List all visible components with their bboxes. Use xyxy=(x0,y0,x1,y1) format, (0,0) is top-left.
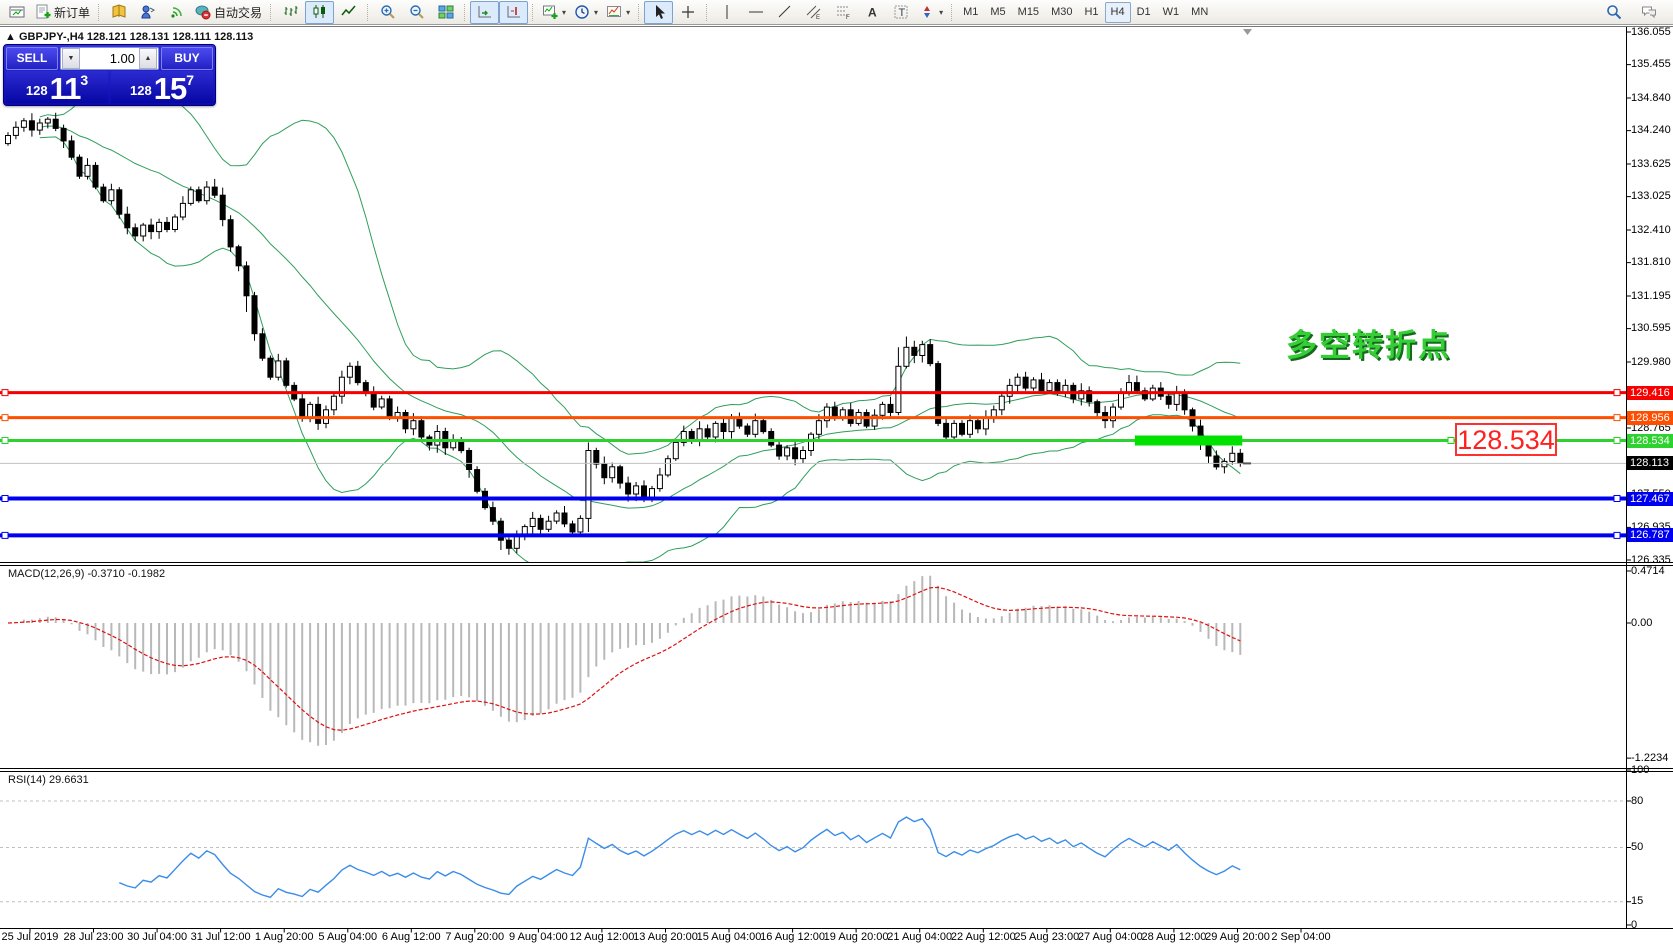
time-axis-label: 2 Sep 04:00 xyxy=(1256,931,1346,943)
ask-prefix: 128 xyxy=(130,83,152,98)
volume-input[interactable]: 1.00 xyxy=(81,51,138,66)
line-handle-marker[interactable] xyxy=(1448,438,1454,444)
line-handle-marker[interactable] xyxy=(2,415,8,421)
line-handle-marker[interactable] xyxy=(1614,415,1620,421)
line-handle-marker[interactable] xyxy=(1614,438,1620,444)
one-click-trading-panel: SELL ▼ 1.00 ▲ BUY 128 11 3 128 15 7 xyxy=(3,44,216,106)
rsi-axis-label: 15 xyxy=(1631,895,1673,908)
current-price-tag: 128.113 xyxy=(1627,456,1673,470)
macd-indicator-label: MACD(12,26,9) -0.3710 -0.1982 xyxy=(8,568,165,580)
rsi-axis-label: 50 xyxy=(1631,841,1673,854)
rsi-axis-label: 80 xyxy=(1631,795,1673,808)
price-axis-label: 130.595 xyxy=(1631,322,1673,335)
line-handle-marker[interactable] xyxy=(2,532,8,538)
chart-canvas[interactable] xyxy=(0,0,1673,946)
price-axis-label: 134.240 xyxy=(1631,124,1673,137)
price-axis-label: 131.195 xyxy=(1631,290,1673,303)
macd-axis-label: 0.00 xyxy=(1631,617,1673,630)
price-axis-label: 131.810 xyxy=(1631,256,1673,269)
line-handle-marker[interactable] xyxy=(2,496,8,502)
volume-increase-button[interactable]: ▲ xyxy=(139,48,157,69)
line-handle-marker[interactable] xyxy=(2,390,8,396)
bid-prefix: 128 xyxy=(26,83,48,98)
symbol-title: GBPJPY-,H4 xyxy=(19,31,84,43)
line-handle-marker[interactable] xyxy=(2,438,8,444)
volume-decrease-button[interactable]: ▼ xyxy=(62,48,80,69)
price-level-box[interactable]: 128.534 xyxy=(1455,423,1557,456)
mt4-terminal: 新订单自动交易▾▾▾EFAT▾M1M5M15M30H1H4D1W1MN ▲ GB… xyxy=(0,0,1673,946)
price-axis-label: 135.455 xyxy=(1631,58,1673,71)
ask-big-digits: 15 xyxy=(154,75,186,102)
buy-button[interactable]: BUY xyxy=(161,47,213,70)
ask-price-button[interactable]: 128 15 7 xyxy=(111,71,213,103)
bid-big-digits: 11 xyxy=(50,75,81,102)
price-tag-129.416: 129.416 xyxy=(1627,386,1673,400)
price-axis-label: 133.625 xyxy=(1631,158,1673,171)
highlight-zone-segment[interactable] xyxy=(1135,436,1242,446)
sell-button[interactable]: SELL xyxy=(6,47,58,70)
bid-pip-sup: 3 xyxy=(80,72,88,88)
price-axis-label: 134.840 xyxy=(1631,92,1673,105)
volume-spinner: ▼ 1.00 ▲ xyxy=(60,47,159,70)
price-axis-label: 129.980 xyxy=(1631,356,1673,369)
line-handle-marker[interactable] xyxy=(1614,496,1620,502)
ask-pip-sup: 7 xyxy=(186,72,194,88)
collapse-triangle-icon[interactable]: ▲ xyxy=(5,31,16,43)
rsi-axis-label: 100 xyxy=(1631,764,1673,777)
price-tag-127.467: 127.467 xyxy=(1627,492,1673,506)
price-axis-label: 133.025 xyxy=(1631,190,1673,203)
macd-axis-label: 0.4714 xyxy=(1631,565,1673,578)
rsi-indicator-label: RSI(14) 29.6631 xyxy=(8,774,89,786)
line-handle-marker[interactable] xyxy=(1614,532,1620,538)
pivot-annotation-text: 多空转折点 xyxy=(1286,320,1451,365)
price-tag-126.787: 126.787 xyxy=(1627,528,1673,542)
symbol-info-bar: ▲ GBPJPY-,H4 128.121 128.131 128.111 128… xyxy=(5,31,253,43)
price-axis-label: 132.410 xyxy=(1631,224,1673,237)
price-tag-128.956: 128.956 xyxy=(1627,411,1673,425)
price-axis-label: 136.055 xyxy=(1631,26,1673,39)
line-handle-marker[interactable] xyxy=(1614,390,1620,396)
price-tag-128.534: 128.534 xyxy=(1627,434,1673,448)
rsi-axis-label: 0 xyxy=(1631,919,1673,932)
symbol-quotes: 128.121 128.131 128.111 128.113 xyxy=(87,31,253,43)
bid-price-button[interactable]: 128 11 3 xyxy=(6,71,108,103)
